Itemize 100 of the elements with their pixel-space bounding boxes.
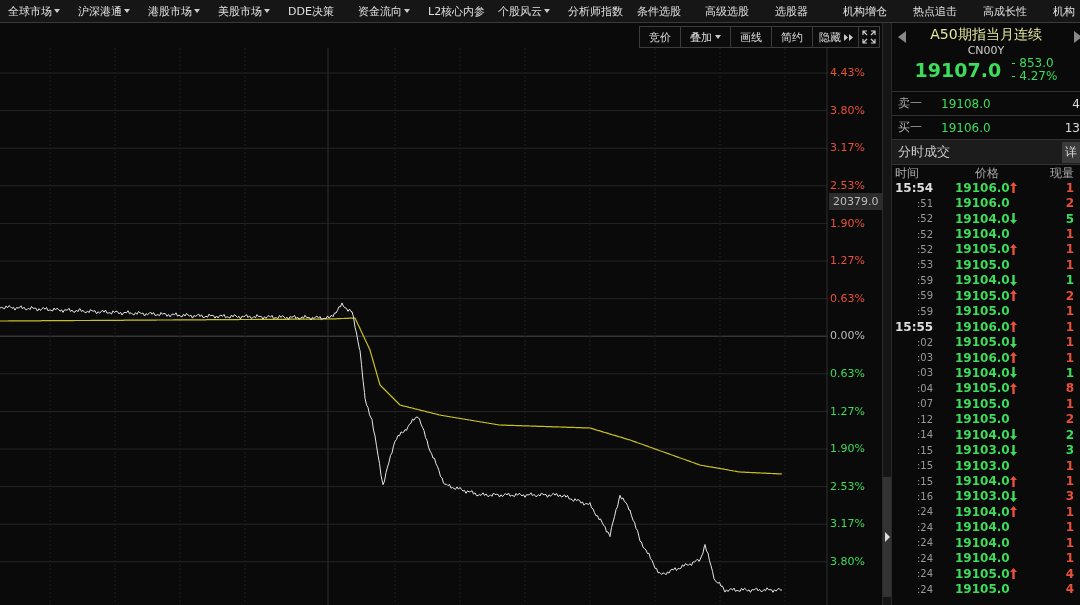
trade-volume: 1 bbox=[1064, 474, 1075, 489]
trade-price: 19105.0 bbox=[955, 381, 1010, 396]
trade-time: 15:54 bbox=[895, 180, 935, 195]
instrument-title: A50期指当月连续 bbox=[930, 26, 1042, 44]
trade-volume: 1 bbox=[1064, 504, 1075, 519]
order-price: 19108.0 bbox=[941, 96, 992, 111]
caret-icon bbox=[194, 9, 200, 13]
trade-time: :16 bbox=[915, 490, 934, 502]
menu-item[interactable]: 高成长性 bbox=[983, 3, 1053, 19]
trade-time: :51 bbox=[915, 197, 934, 209]
axis-label: 1.27% bbox=[830, 404, 865, 418]
trade-volume: 3 bbox=[1064, 443, 1075, 458]
caret-icon bbox=[404, 9, 410, 13]
menu-item[interactable]: L2核心内参 bbox=[428, 3, 498, 19]
trade-price: 19105.0 bbox=[955, 335, 1010, 350]
order-level-label: 卖一 bbox=[898, 95, 923, 112]
trade-time: :52 bbox=[915, 228, 934, 240]
menu-item[interactable]: 个股风云 bbox=[498, 3, 568, 19]
trade-price: 19103.0 bbox=[955, 489, 1010, 504]
trade-time: :15 bbox=[915, 475, 934, 487]
trade-price: 19103.0 bbox=[955, 458, 1010, 473]
order-level-label: 买一 bbox=[898, 119, 923, 136]
trade-time: :24 bbox=[915, 583, 934, 595]
trade-price: 19105.0 bbox=[955, 582, 1010, 597]
trade-price: 19104.0 bbox=[955, 535, 1010, 550]
trade-time: :52 bbox=[915, 243, 934, 255]
trade-time: :24 bbox=[915, 552, 934, 564]
axis-label: 3.80% bbox=[830, 103, 865, 117]
menu-item[interactable]: 沪深港通 bbox=[78, 3, 148, 19]
trade-price: 19103.0 bbox=[955, 443, 1010, 458]
column-header: 现量 bbox=[1049, 165, 1075, 182]
trade-price: 19106.0 bbox=[955, 350, 1010, 365]
trade-volume: 2 bbox=[1064, 288, 1075, 303]
double-chevron-icon bbox=[844, 33, 854, 41]
trade-time: :59 bbox=[915, 274, 934, 286]
trade-time: 15:55 bbox=[895, 319, 935, 334]
trade-volume: 1 bbox=[1064, 365, 1075, 380]
detail-button[interactable]: 详 bbox=[1062, 141, 1080, 163]
order-volume: 13 bbox=[1064, 120, 1080, 135]
trade-volume: 2 bbox=[1064, 412, 1075, 427]
last-price: 19107.0 bbox=[914, 59, 1002, 81]
trade-price: 19105.0 bbox=[955, 257, 1010, 272]
axis-label: 3.80% bbox=[830, 555, 865, 568]
trade-volume: 1 bbox=[1064, 335, 1075, 350]
trade-volume: 2 bbox=[1064, 427, 1075, 442]
trade-volume: 1 bbox=[1064, 551, 1075, 566]
menu-item[interactable]: 选股器 bbox=[775, 3, 843, 19]
menu-item[interactable]: 美股市场 bbox=[218, 3, 288, 19]
menu-item[interactable]: 分析师指数 bbox=[568, 3, 637, 19]
expand-arrow-icon[interactable] bbox=[884, 532, 890, 542]
menu-item[interactable]: DDE决策 bbox=[288, 3, 358, 19]
trade-price: 19105.0 bbox=[955, 288, 1010, 303]
caret-icon bbox=[124, 9, 130, 13]
toolbar-button[interactable]: 叠加 bbox=[680, 26, 731, 48]
trade-price: 19104.0 bbox=[955, 227, 1010, 242]
axis-label: 1.90% bbox=[830, 442, 865, 456]
fullscreen-button[interactable] bbox=[858, 26, 880, 48]
menu-item[interactable]: 机构增仓 bbox=[843, 3, 913, 19]
toolbar-button[interactable]: 竞价 bbox=[639, 26, 681, 48]
trade-price: 19105.0 bbox=[955, 412, 1010, 427]
price-change: - 853.0 bbox=[1011, 57, 1055, 70]
toolbar-button[interactable]: 隐藏 bbox=[812, 26, 859, 48]
trade-volume: 1 bbox=[1064, 396, 1075, 411]
menu-item[interactable]: 资金流向 bbox=[358, 3, 428, 19]
toolbar-button[interactable]: 画线 bbox=[730, 26, 772, 48]
menu-item[interactable]: 港股市场 bbox=[148, 3, 218, 19]
menu-item[interactable]: 热点追击 bbox=[913, 3, 983, 19]
axis-label: 1.90% bbox=[830, 216, 865, 230]
toolbar-button[interactable]: 简约 bbox=[771, 26, 813, 48]
trade-time: :14 bbox=[915, 429, 934, 441]
left-arrow-icon[interactable] bbox=[898, 31, 906, 43]
trade-time: :15 bbox=[915, 460, 934, 472]
menu-item[interactable]: 全球市场 bbox=[8, 3, 78, 19]
menu-item[interactable]: 机构 bbox=[1053, 3, 1080, 19]
trade-volume: 1 bbox=[1064, 319, 1075, 334]
trade-price: 19105.0 bbox=[955, 304, 1010, 319]
trade-time: :07 bbox=[915, 398, 934, 410]
section-title: 分时成交 bbox=[898, 143, 950, 161]
menu-item[interactable]: 高级选股 bbox=[705, 3, 775, 19]
trade-volume: 1 bbox=[1064, 227, 1075, 242]
trade-volume: 2 bbox=[1064, 196, 1075, 211]
trade-volume: 1 bbox=[1064, 520, 1075, 535]
right-arrow-icon[interactable] bbox=[1074, 31, 1080, 43]
instrument-code: CN00Y bbox=[967, 44, 1005, 57]
trade-volume: 1 bbox=[1064, 350, 1075, 365]
trade-time: :24 bbox=[915, 537, 934, 549]
trade-price: 19106.0 bbox=[955, 180, 1010, 195]
trade-price: 19106.0 bbox=[955, 319, 1010, 334]
caret-icon bbox=[54, 9, 60, 13]
trade-time: :53 bbox=[915, 259, 934, 271]
percent-change: - 4.27% bbox=[1011, 70, 1058, 83]
axis-label: 4.43% bbox=[830, 66, 865, 80]
trade-volume: 4 bbox=[1064, 582, 1075, 597]
caret-icon bbox=[544, 9, 550, 13]
trade-price: 19104.0 bbox=[955, 504, 1010, 519]
scrollbar[interactable] bbox=[882, 23, 892, 605]
menu-item[interactable]: 条件选股 bbox=[637, 3, 705, 19]
trade-time: :03 bbox=[915, 352, 934, 364]
trade-time: :04 bbox=[915, 382, 934, 394]
axis-label: 2.53% bbox=[830, 479, 865, 493]
